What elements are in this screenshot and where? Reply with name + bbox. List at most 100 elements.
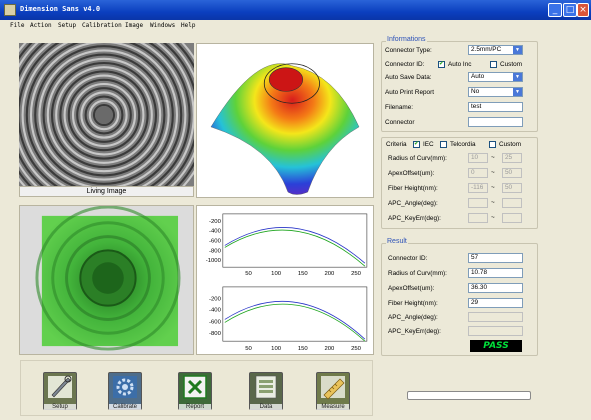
menu-action[interactable]: Action xyxy=(30,22,52,29)
menu-calibration[interactable]: Calibration xyxy=(82,22,122,29)
window-title: Dimension Sans v4.0 xyxy=(20,5,101,13)
minimize-button[interactable]: _ xyxy=(548,3,562,17)
criteria-apc-angle-min[interactable] xyxy=(468,198,488,208)
menu-image[interactable]: Image xyxy=(125,22,143,29)
excel-icon xyxy=(183,375,207,399)
live-image-caption: Living Image xyxy=(19,186,194,197)
calibrate-button[interactable]: Calibrate xyxy=(108,372,142,410)
menu-file[interactable]: File xyxy=(10,22,24,29)
menu-bar: File Action Setup Calibration Image Wind… xyxy=(0,20,591,32)
plot2-xtick: 250 xyxy=(351,346,362,352)
chevron-down-icon: ▼ xyxy=(513,46,522,54)
profile-plot-1-axes xyxy=(222,213,368,268)
criteria-radius-min[interactable]: 10 xyxy=(468,153,488,163)
result-connector-id-label: Connector ID: xyxy=(388,255,428,262)
plot2-ytick: -600 xyxy=(209,319,222,325)
plot1-xtick: 150 xyxy=(298,271,309,277)
plot1-xtick: 200 xyxy=(324,271,335,277)
criteria-fiber-height-label: Fiber Height(nm): xyxy=(388,185,438,192)
custom-criteria-label: Custom xyxy=(499,141,522,148)
calibrate-button-label: Calibrate xyxy=(109,404,141,410)
criteria-fiber-height-min[interactable]: -116 xyxy=(468,183,488,193)
plot1-xtick: 50 xyxy=(245,271,252,277)
criteria-fiber-height-max[interactable]: 50 xyxy=(502,183,522,193)
criteria-apc-keyerr-min[interactable] xyxy=(468,213,488,223)
plot1-xtick: 100 xyxy=(271,271,282,277)
filename-input[interactable]: test xyxy=(468,102,523,112)
menu-windows[interactable]: Windows xyxy=(150,22,175,29)
result-radius-label: Radius of Curv(mm): xyxy=(388,270,447,277)
custom-id-label: Custom xyxy=(500,61,523,68)
criteria-radius-label: Radius of Curv(mm): xyxy=(388,155,447,162)
wrench-icon xyxy=(48,375,72,398)
result-fiber-height-label: Fiber Height(nm): xyxy=(388,300,438,307)
profile-plot-2-axes xyxy=(222,286,368,342)
criteria-apex-min[interactable]: 0 xyxy=(468,168,488,178)
iec-label: IEC xyxy=(423,141,434,148)
menu-setup[interactable]: Setup xyxy=(58,22,76,29)
criteria-label: Criteria xyxy=(386,141,407,148)
chevron-down-icon: ▼ xyxy=(513,73,522,81)
setup-button-label: Setup xyxy=(44,404,76,410)
auto-print-select[interactable]: No ▼ xyxy=(468,87,523,97)
auto-save-select[interactable]: Auto ▼ xyxy=(468,72,523,82)
result-apex-value: 36.30 xyxy=(468,283,523,293)
pass-status-badge: PASS xyxy=(470,340,522,352)
range-separator: ~ xyxy=(491,199,495,206)
measure-button[interactable]: Measure xyxy=(316,372,350,410)
app-icon xyxy=(4,4,16,16)
processed-fringe-image xyxy=(19,205,194,355)
plot2-ytick: -800 xyxy=(209,331,222,337)
criteria-apex-max[interactable]: 50 xyxy=(502,168,522,178)
criteria-apc-angle-max[interactable] xyxy=(502,198,522,208)
result-apc-angle-value xyxy=(468,312,523,322)
result-apex-label: ApexOffset(um): xyxy=(388,285,435,292)
connector-type-select[interactable]: 2.5mm/PC ▼ xyxy=(468,45,523,55)
setup-button[interactable]: Setup xyxy=(43,372,77,410)
auto-inc-label: Auto Inc xyxy=(448,61,472,68)
plot1-ytick: -1000 xyxy=(206,258,222,264)
close-button[interactable]: × xyxy=(577,3,589,17)
data-icon xyxy=(255,375,277,399)
range-separator: ~ xyxy=(491,214,495,221)
plot2-xtick: 100 xyxy=(271,346,282,352)
maximize-button[interactable]: □ xyxy=(563,3,577,17)
custom-id-checkbox[interactable] xyxy=(490,61,497,68)
telcordia-label: Telcordia xyxy=(450,141,476,148)
criteria-apc-angle-label: APC_Angle(deg): xyxy=(388,200,438,207)
auto-print-label: Auto Print Report xyxy=(385,89,435,96)
connector-id-label: Connector ID: xyxy=(385,61,425,68)
plot1-xtick: 250 xyxy=(351,271,362,277)
telcordia-checkbox[interactable] xyxy=(440,141,447,148)
result-fiber-height-value: 29 xyxy=(468,298,523,308)
menu-help[interactable]: Help xyxy=(181,22,195,29)
connector-input[interactable] xyxy=(468,117,523,127)
data-button-label: Data xyxy=(250,404,282,410)
auto-save-label: Auto Save Data: xyxy=(385,74,432,81)
profile-plots: -200 -400 -600 -800 -1000 50 100 150 200… xyxy=(196,205,374,355)
criteria-radius-max[interactable]: 25 xyxy=(502,153,522,163)
connector-label: Connector xyxy=(385,119,415,126)
plot2-xtick: 200 xyxy=(324,346,335,352)
criteria-apc-keyerr-label: APC_KeyErr(deg): xyxy=(388,215,441,222)
criteria-apc-keyerr-max[interactable] xyxy=(502,213,522,223)
data-button[interactable]: Data xyxy=(249,372,283,410)
informations-title: Informations xyxy=(386,36,427,43)
custom-criteria-checkbox[interactable] xyxy=(489,141,496,148)
result-apc-keyerr-value xyxy=(468,326,523,336)
connector-type-label: Connector Type: xyxy=(385,47,432,54)
plot2-xtick: 50 xyxy=(245,346,252,352)
result-connector-id-value: 57 xyxy=(468,253,523,263)
report-button-label: Report xyxy=(179,404,211,410)
iec-checkbox[interactable]: ✔ xyxy=(413,141,420,148)
auto-inc-checkbox[interactable]: ✔ xyxy=(438,61,445,68)
result-title: Result xyxy=(386,238,408,245)
ruler-icon xyxy=(321,376,345,400)
plot1-ytick: -600 xyxy=(209,239,222,245)
report-button[interactable]: Report xyxy=(178,372,212,410)
range-separator: ~ xyxy=(491,184,495,191)
live-interference-image xyxy=(19,43,194,186)
range-separator: ~ xyxy=(491,154,495,161)
filename-label: Filename: xyxy=(385,104,414,111)
result-radius-value: 10.78 xyxy=(468,268,523,278)
